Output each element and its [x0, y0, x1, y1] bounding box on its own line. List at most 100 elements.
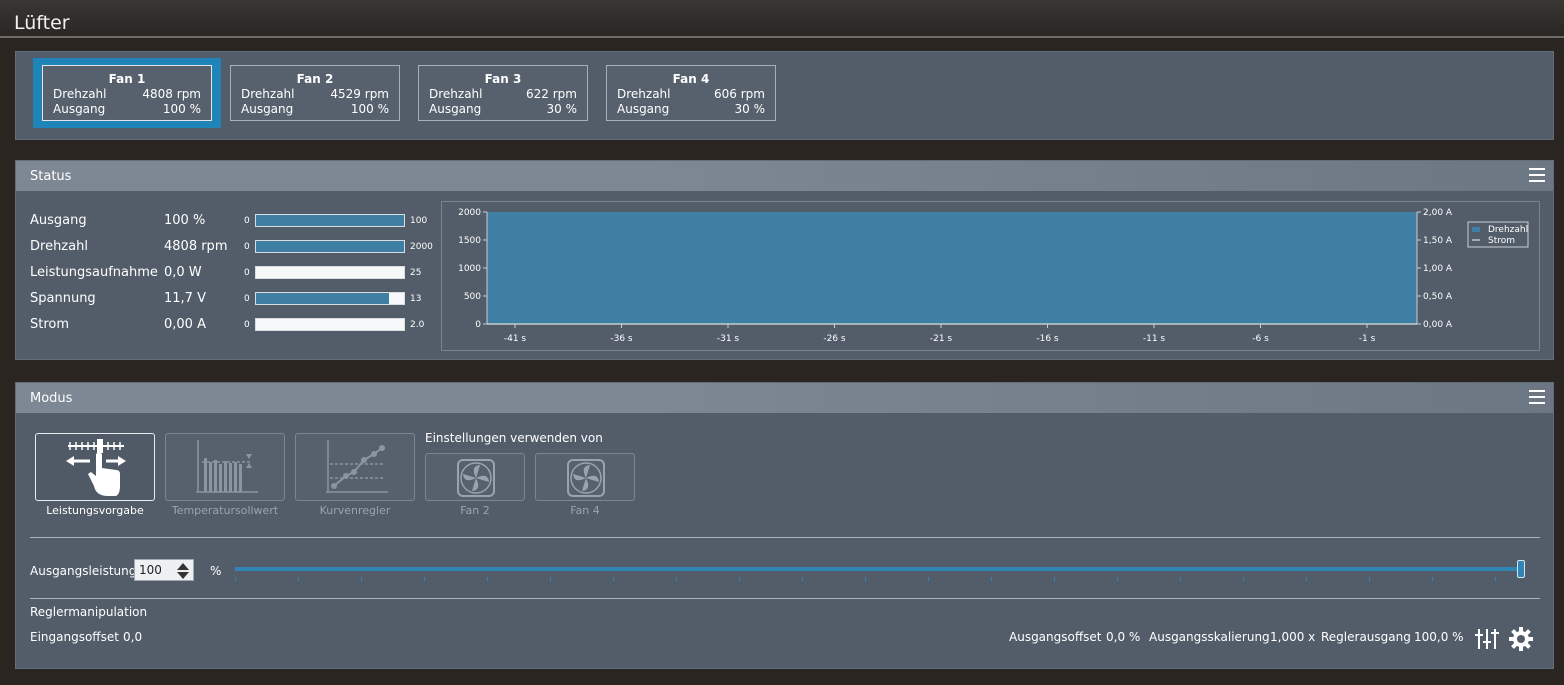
output-power-input[interactable] — [135, 560, 175, 580]
slider-tick — [550, 577, 551, 581]
settings-source-fan-4-label: Fan 4 — [570, 504, 600, 517]
status-row: Drehzahl 4808 rpm 0 2000 — [30, 237, 450, 257]
status-panel: Status Ausgang 100 % 0 100 Drehzahl 4808… — [15, 160, 1554, 360]
slider-tick — [1054, 577, 1055, 581]
x-tick-label: -16 s — [1036, 334, 1059, 344]
fan-card-4[interactable]: Fan 4 Drehzahl 606 rpm Ausgang 30 % — [606, 65, 776, 121]
fan-speed-value: 4529 rpm — [330, 87, 389, 101]
slider-tick — [739, 577, 740, 581]
fan-card-1[interactable]: Fan 1 Drehzahl 4808 rpm Ausgang 100 % — [42, 65, 212, 121]
y-left-tick-label: 2000 — [458, 208, 481, 218]
input-offset-label: Eingangsoffset — [30, 630, 119, 644]
fan-card-3[interactable]: Fan 3 Drehzahl 622 rpm Ausgang 30 % — [418, 65, 588, 121]
y-left-tick-label: 0 — [475, 320, 481, 330]
fan-icon — [457, 459, 495, 497]
x-tick-label: -41 s — [504, 334, 527, 344]
fan-speed-value: 606 rpm — [714, 87, 765, 101]
slider-tick — [991, 577, 992, 581]
slider-tick — [1117, 577, 1118, 581]
output-offset-label: Ausgangsoffset — [1009, 630, 1102, 644]
bar-max: 25 — [410, 268, 422, 278]
status-bar — [255, 266, 405, 279]
status-bar-fill — [256, 215, 404, 226]
y-left-tick-label: 500 — [464, 292, 481, 302]
output-offset-value: 0,0 % — [1106, 630, 1141, 644]
fan-output-value: 30 % — [546, 102, 578, 116]
status-bar — [255, 240, 405, 253]
settings-source-fan-4-button[interactable] — [535, 453, 635, 501]
slider-tick — [487, 577, 488, 581]
slider-tick — [1369, 577, 1370, 581]
manual-control-icon — [66, 439, 126, 496]
status-value: 0,0 W — [164, 265, 202, 280]
fan-output-value: 100 % — [162, 102, 201, 116]
bar-min: 0 — [244, 268, 250, 278]
slider-tick — [865, 577, 866, 581]
status-chart: 2000 1500 1000 500 0 2,00 A 1,50 A 1,00 A 0,50 A… — [441, 201, 1540, 351]
stepper-arrows-icon[interactable] — [176, 562, 190, 580]
fan-output-label: Ausgang — [429, 102, 482, 116]
fan-speed-value: 622 rpm — [526, 87, 577, 101]
fan-name: Fan 3 — [484, 72, 522, 86]
output-power-label: Ausgangsleistung — [30, 564, 137, 578]
x-tick-label: -11 s — [1143, 334, 1166, 344]
bar-min: 0 — [244, 294, 250, 304]
status-bar-fill — [256, 241, 404, 252]
status-value: 11,7 V — [164, 291, 206, 306]
legend-swatch-drehzahl — [1472, 227, 1480, 232]
legend-label-drehzahl: Drehzahl — [1488, 225, 1528, 235]
settings-source-fan-2-button[interactable] — [425, 453, 525, 501]
status-row: Strom 0,00 A 0 2.0 — [30, 315, 450, 335]
mode-temperature-button[interactable] — [165, 433, 285, 501]
x-tick-label: -31 s — [717, 334, 740, 344]
mode-curve-label: Kurvenregler — [319, 504, 391, 517]
bar-min: 0 — [244, 320, 250, 330]
mode-curve-button[interactable] — [295, 433, 415, 501]
mode-menu-icon[interactable] — [1529, 390, 1545, 404]
fan-name: Fan 1 — [108, 72, 146, 86]
fan-name: Fan 2 — [296, 72, 334, 86]
fan-icon — [567, 459, 605, 497]
x-tick-label: -26 s — [823, 334, 846, 344]
use-settings-label: Einstellungen verwenden von — [425, 431, 603, 445]
fan-speed-label: Drehzahl — [241, 87, 295, 101]
fan-card-2[interactable]: Fan 2 Drehzahl 4529 rpm Ausgang 100 % — [230, 65, 400, 121]
status-title: Status — [30, 169, 72, 184]
divider — [30, 537, 1540, 538]
y-right-tick-label: 1,50 A — [1423, 236, 1453, 246]
status-label: Strom — [30, 317, 70, 332]
x-tick-label: -1 s — [1359, 334, 1376, 344]
slider-tick — [802, 577, 803, 581]
output-scaling-value: 1,000 x — [1270, 630, 1316, 644]
status-label: Ausgang — [30, 213, 87, 228]
fan-name: Fan 4 — [672, 72, 710, 86]
fan-output-value: 100 % — [350, 102, 389, 116]
mode-manual-button[interactable] — [35, 433, 155, 501]
title-bar: Lüfter — [0, 0, 1564, 38]
bar-max: 2000 — [410, 242, 433, 252]
sliders-icon[interactable] — [1474, 626, 1500, 652]
output-power-slider[interactable] — [235, 567, 1525, 571]
x-tick-label: -6 s — [1252, 334, 1269, 344]
status-row: Spannung 11,7 V 0 13 — [30, 289, 450, 309]
fan-output-value: 30 % — [734, 102, 766, 116]
status-bar — [255, 292, 405, 305]
output-power-stepper[interactable] — [134, 559, 194, 581]
window-title: Lüfter — [14, 12, 70, 34]
slider-tick — [361, 577, 362, 581]
output-scaling-label: Ausgangsskalierung — [1149, 630, 1270, 644]
gear-icon[interactable] — [1508, 626, 1534, 652]
y-right-tick-label: 1,00 A — [1423, 264, 1453, 274]
x-tick-label: -21 s — [930, 334, 953, 344]
fan-speed-label: Drehzahl — [53, 87, 107, 101]
bar-max: 2.0 — [410, 320, 425, 330]
fan-speed-label: Drehzahl — [617, 87, 671, 101]
status-menu-icon[interactable] — [1529, 168, 1545, 182]
y-left-tick-label: 1500 — [458, 236, 481, 246]
slider-tick — [1306, 577, 1307, 581]
status-panel-header: Status — [16, 161, 1553, 191]
output-power-slider-thumb[interactable] — [1517, 560, 1525, 578]
bar-min: 0 — [244, 242, 250, 252]
slider-tick — [1180, 577, 1181, 581]
settings-source-fan-2-label: Fan 2 — [460, 504, 490, 517]
